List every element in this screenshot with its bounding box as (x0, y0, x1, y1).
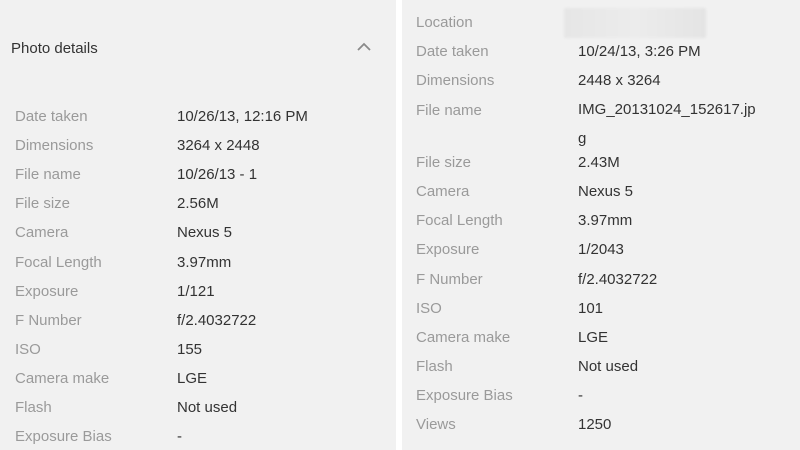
row-label: Date taken (416, 43, 489, 60)
row-label: Flash (15, 399, 52, 416)
row-value: Nexus 5 (578, 183, 634, 200)
row-value: - (578, 387, 583, 404)
row-value: f/2.4032722 (578, 271, 658, 288)
row-value: f/2.4032722 (177, 312, 257, 329)
row-value: 2.43M (578, 154, 620, 171)
photo-details-panel: Photo details Date taken 10/26/13, 12:16… (0, 0, 396, 450)
row-value: Not used (177, 399, 238, 416)
row-label: F Number (15, 312, 82, 329)
row-label: ISO (416, 300, 442, 317)
row-value: Nexus 5 (177, 224, 233, 241)
row-label: Dimensions (416, 72, 495, 89)
row-value: LGE (177, 370, 208, 387)
row-label: Camera (416, 183, 470, 200)
row-value: 101 (578, 300, 604, 317)
row-label: Focal Length (15, 254, 102, 271)
row-value: - (177, 428, 182, 445)
row-label: Focal Length (416, 212, 503, 229)
row-label: F Number (416, 271, 483, 288)
row-value: 155 (177, 341, 203, 358)
row-label: Camera make (15, 370, 110, 387)
row-label: Dimensions (15, 137, 94, 154)
row-value: 2.56M (177, 195, 219, 212)
row-label: Exposure (15, 283, 79, 300)
row-value: 1/121 (177, 283, 215, 300)
row-label: Views (416, 416, 456, 433)
row-label: Exposure Bias (416, 387, 513, 404)
row-value: LGE (578, 329, 609, 346)
row-label: File name (15, 166, 81, 183)
row-value: Not used (578, 358, 639, 375)
row-value: 1/2043 (578, 241, 624, 258)
row-label: File size (15, 195, 71, 212)
panel-title: Photo details (11, 40, 98, 57)
chevron-up-icon[interactable] (355, 38, 373, 56)
row-label: Camera (15, 224, 69, 241)
row-value: 10/24/13, 3:26 PM (578, 43, 701, 60)
row-label: File name (416, 102, 482, 119)
row-value: 1250 (578, 416, 612, 433)
row-label: Exposure (416, 241, 480, 258)
row-value: 10/26/13, 12:16 PM (177, 108, 308, 125)
row-value: 3.97mm (177, 254, 232, 271)
row-label: ISO (15, 341, 41, 358)
row-label: Date taken (15, 108, 88, 125)
row-value: IMG_20131024_152617.jpg (578, 101, 756, 147)
row-value: 10/26/13 - 1 (177, 166, 258, 183)
row-label: Exposure Bias (15, 428, 112, 445)
location-value-redacted (564, 8, 706, 38)
row-value: 3264 x 2448 (177, 137, 260, 154)
row-label: File size (416, 154, 472, 171)
row-value: 3.97mm (578, 212, 633, 229)
row-label: Camera make (416, 329, 511, 346)
row-label: Location (416, 14, 473, 31)
row-value: 2448 x 3264 (578, 72, 661, 89)
photo-details-panel-right: Location Date taken 10/24/13, 3:26 PM Di… (402, 0, 800, 450)
row-label: Flash (416, 358, 453, 375)
